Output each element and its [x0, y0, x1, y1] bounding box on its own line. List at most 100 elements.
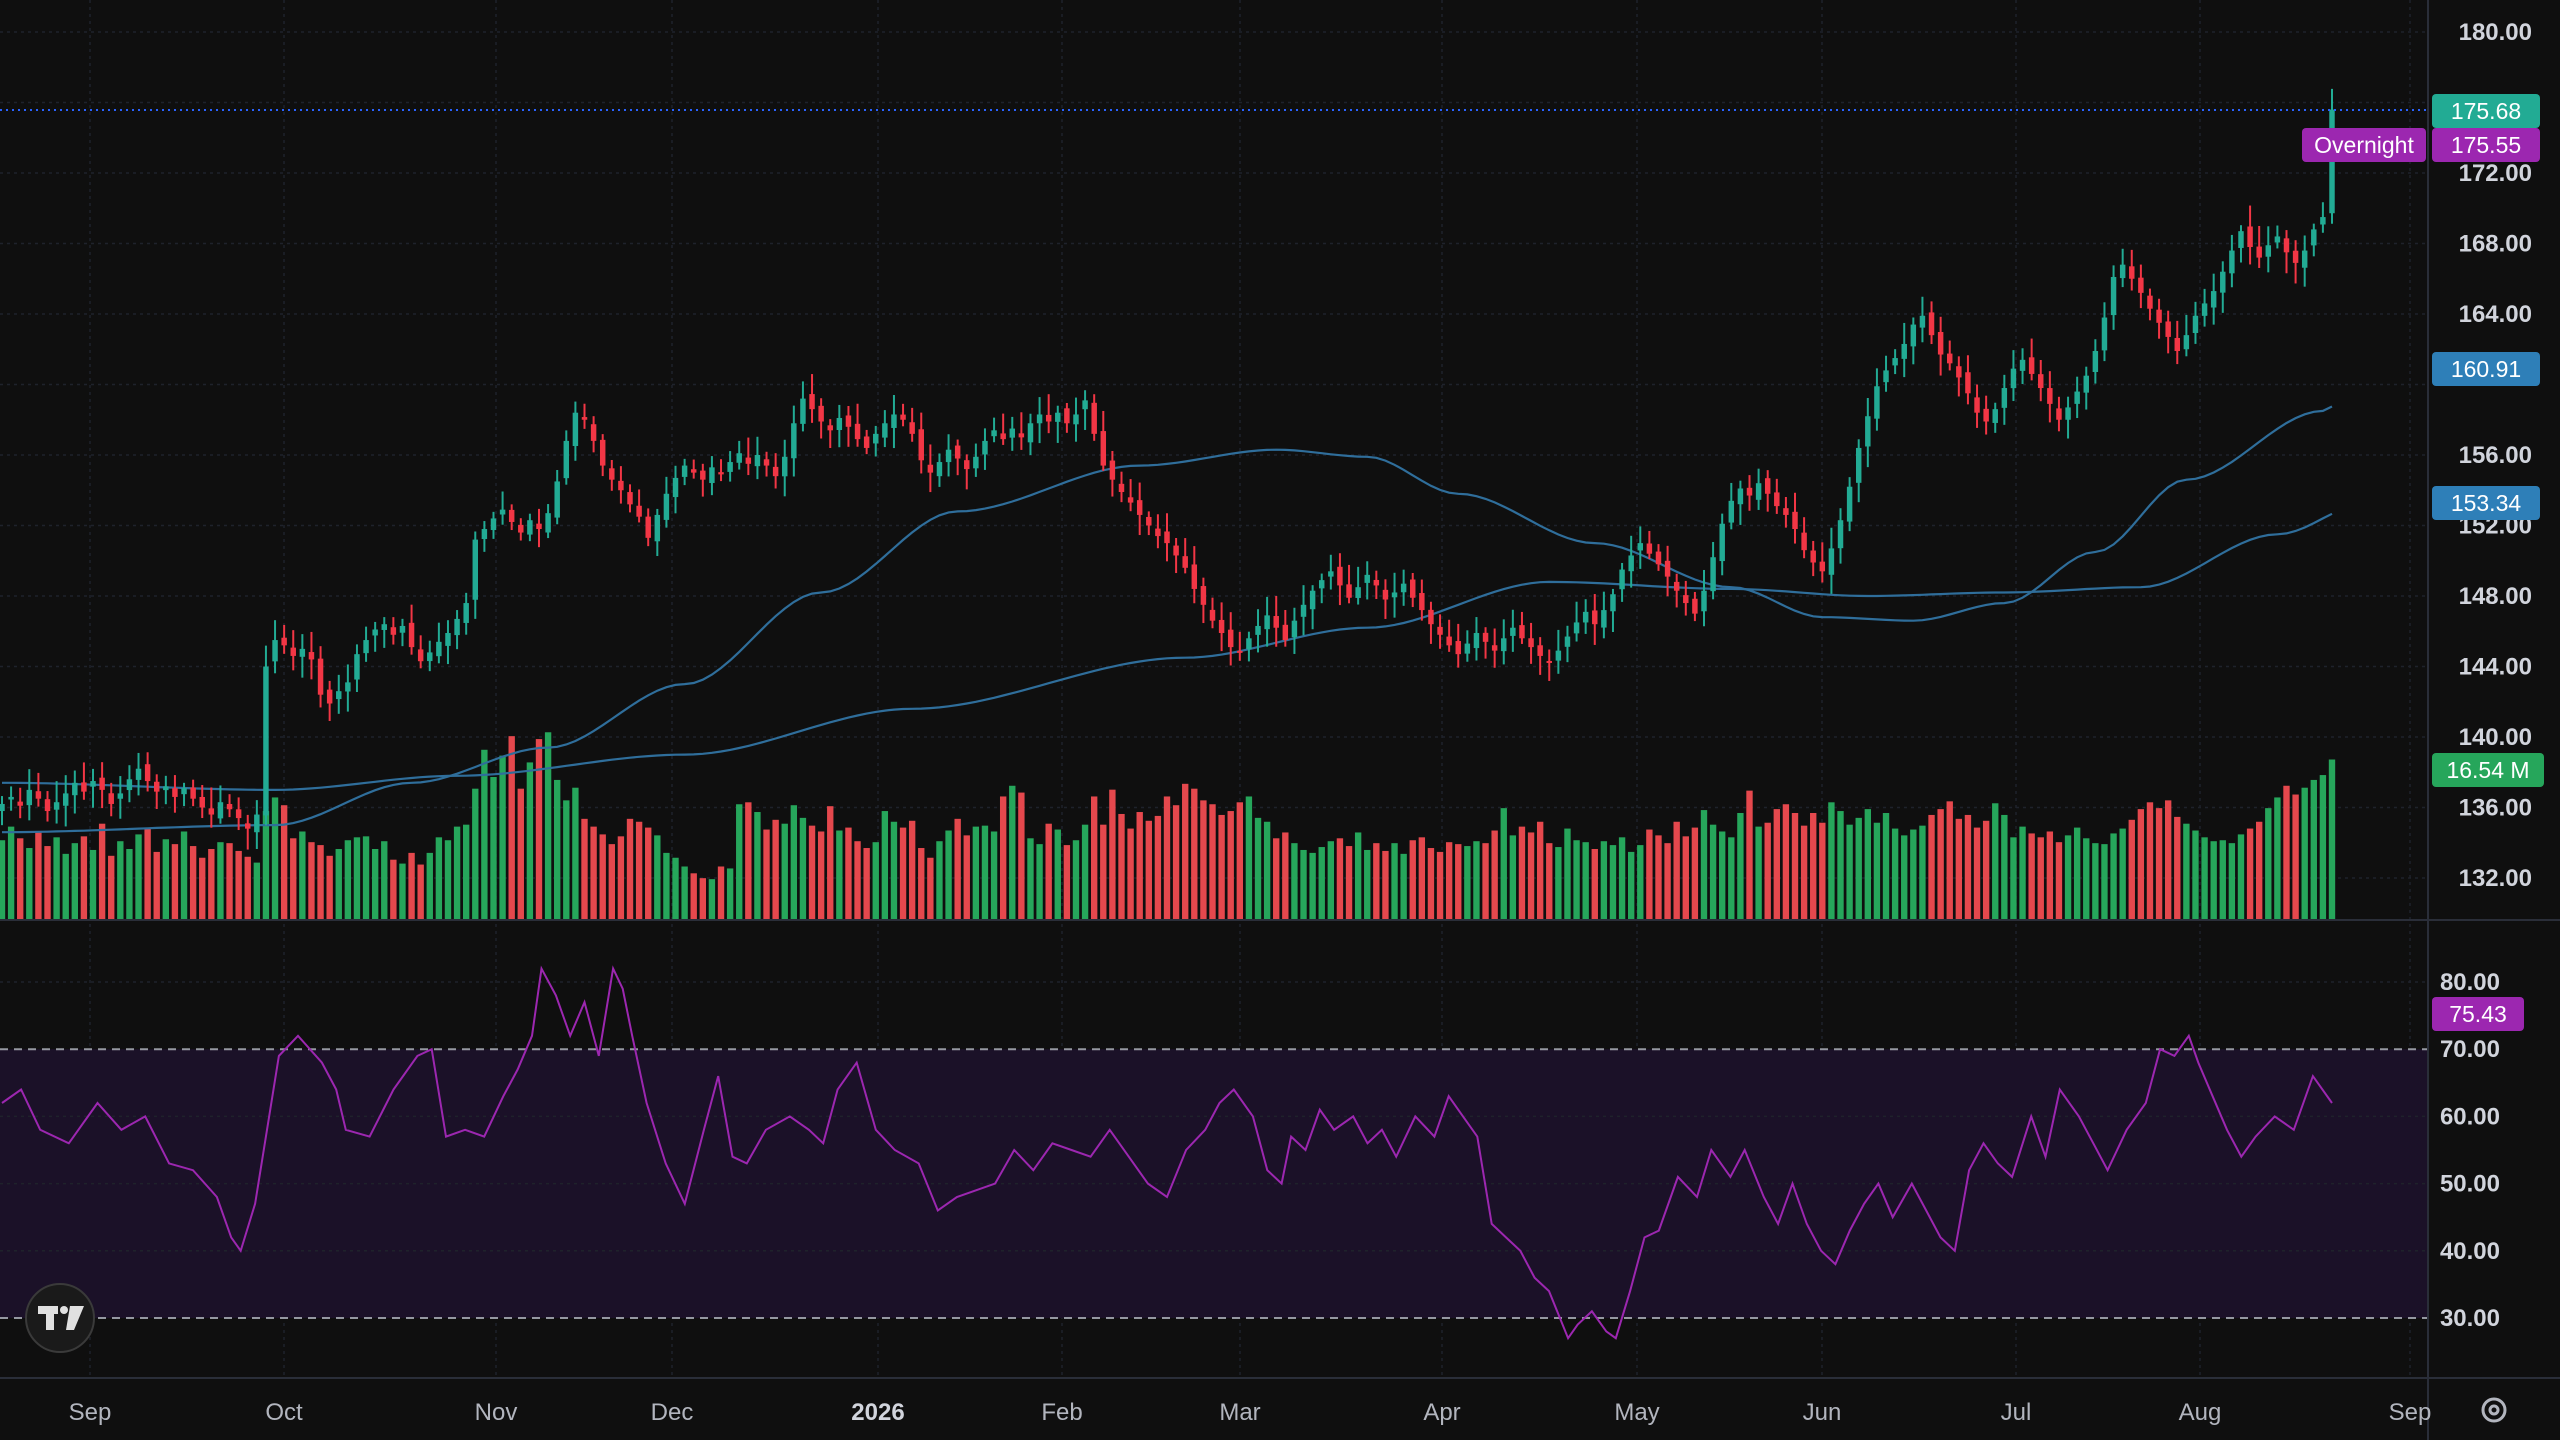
volume-bar [1163, 796, 1171, 920]
candle-body [2311, 229, 2317, 246]
volume-bar [1127, 828, 1134, 920]
volume-bar [1819, 822, 1826, 920]
time-tick-label: Jun [1803, 1399, 1842, 1426]
candle-body [490, 518, 497, 531]
candle-body [1664, 560, 1671, 577]
volume-bar [308, 842, 315, 920]
volume-bar [1964, 814, 1972, 920]
candle-body [1573, 622, 1580, 634]
volume-bar [1782, 804, 1790, 920]
volume-bar [1345, 846, 1353, 920]
volume-bar [44, 846, 51, 920]
candle-body [1127, 497, 1134, 503]
volume-bar [554, 779, 561, 920]
volume-bar [726, 868, 734, 920]
candle-body [2256, 246, 2262, 258]
candle-body [1646, 543, 1653, 554]
candle-body [618, 480, 624, 491]
candle-body [1318, 580, 1325, 589]
volume-bar [1600, 841, 1608, 920]
candle-body [2038, 374, 2044, 389]
candle-body [336, 691, 342, 700]
candle-body [1209, 609, 1216, 621]
candle-body [135, 768, 142, 780]
tradingview-logo-icon[interactable] [25, 1283, 95, 1353]
candle-body [1400, 583, 1407, 593]
candle-body [936, 462, 943, 477]
volume-bar [1891, 828, 1899, 920]
volume-bar [563, 800, 570, 920]
volume-bar [1445, 842, 1453, 920]
candle-body [945, 449, 952, 463]
volume-bar [1382, 850, 1389, 920]
volume-bar [1855, 817, 1862, 920]
volume-bar [1081, 824, 1089, 920]
price-tick-label: 180.00 [2459, 19, 2532, 46]
volume-bar [1227, 811, 1234, 920]
candle-body [1191, 564, 1198, 589]
volume-bar [572, 787, 579, 920]
price-tick-label: 148.00 [2459, 583, 2532, 610]
candle-body [2028, 357, 2035, 374]
candle-body [1045, 414, 1052, 422]
volume-bar [1719, 831, 1726, 920]
volume-bar [1136, 812, 1143, 920]
candle-body [1109, 460, 1116, 480]
candle-body [1883, 370, 1889, 383]
volume-bar [2219, 840, 2226, 920]
time-tick-label: 2026 [851, 1399, 904, 1426]
volume-bar [2256, 821, 2263, 920]
candle-body [518, 524, 524, 533]
volume-bar [244, 856, 251, 920]
volume-bar [2037, 837, 2044, 920]
volume-bar [1773, 809, 1780, 920]
volume-bar [1154, 815, 1162, 920]
candle-body [1136, 500, 1143, 515]
candle-body [1164, 531, 1170, 544]
candle-body [354, 654, 360, 680]
volume-bar [736, 804, 743, 920]
volume-bar [2073, 827, 2081, 920]
volume-bar [217, 842, 224, 920]
volume-bar [1901, 835, 1908, 920]
ma-short-value: 160.91 [2451, 356, 2521, 382]
overnight-label: Overnight [2314, 132, 2414, 158]
candle-body [499, 509, 506, 515]
volume-bar [144, 828, 151, 920]
candle-body [81, 782, 87, 792]
candle-body [1764, 478, 1771, 494]
volume-bar [290, 838, 297, 920]
volume-bar [1509, 835, 1517, 920]
price-chart[interactable]: 180.00172.00168.00164.00156.00152.00148.… [0, 0, 2560, 1440]
price-tick-label: 132.00 [2459, 865, 2532, 892]
volume-bar [1027, 838, 1034, 920]
candle-body [1200, 586, 1207, 605]
candle-body [1510, 627, 1516, 636]
volume-bar [1191, 788, 1198, 920]
candle-body [2283, 238, 2290, 253]
candle-body [1719, 523, 1725, 562]
volume-bar [1045, 823, 1052, 920]
volume-bar [1309, 852, 1316, 920]
volume-bar [271, 797, 279, 920]
candle-body [2083, 375, 2089, 393]
candle-body [2129, 266, 2135, 279]
candle-body [554, 481, 560, 518]
volume-bar [999, 796, 1007, 920]
volume-bar [135, 834, 142, 920]
candle-body [1182, 556, 1188, 568]
candle-body [1792, 511, 1798, 530]
candle-body [809, 394, 815, 410]
volume-bar [1655, 835, 1662, 920]
volume-bar [2283, 785, 2290, 920]
candle-body [1055, 412, 1061, 422]
volume-bar [1546, 843, 1553, 920]
volume-bar [1236, 802, 1243, 920]
candle-body [281, 637, 287, 646]
volume-bar [1409, 840, 1416, 920]
candle-body [1501, 638, 1507, 652]
volume-bar [2055, 842, 2063, 920]
volume-bar [1582, 842, 1589, 920]
candle-body [873, 433, 879, 444]
volume-bar [408, 852, 415, 920]
